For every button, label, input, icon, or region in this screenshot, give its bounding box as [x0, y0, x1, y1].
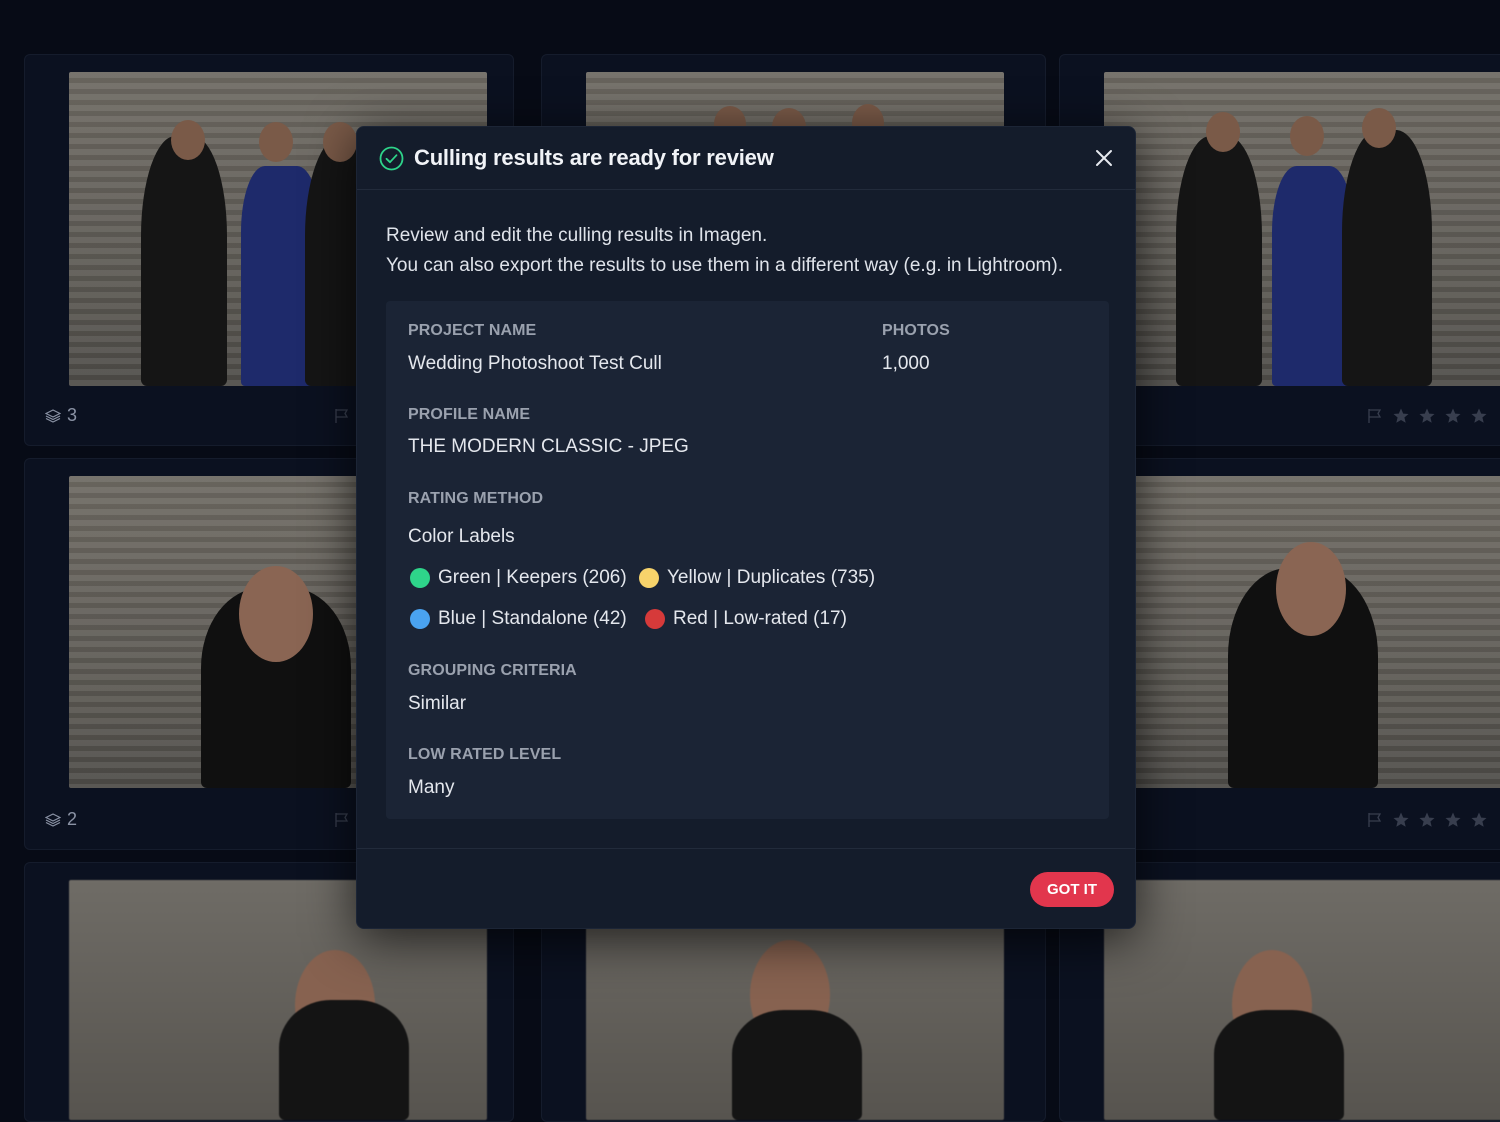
rating-stars — [1366, 811, 1488, 829]
woman-hair — [732, 1010, 862, 1120]
dialog-header: Culling results are ready for review — [357, 127, 1135, 190]
flag-icon[interactable] — [1366, 407, 1384, 425]
stack-count-value: 2 — [67, 809, 78, 829]
groom-head — [171, 120, 205, 160]
profile-name-value: THE MODERN CLASSIC - JPEG — [408, 436, 689, 457]
photo-thumbnail[interactable] — [1104, 476, 1500, 788]
color-label-text: Green | Keepers (206) — [438, 567, 627, 588]
groom-figure — [1176, 136, 1262, 386]
dialog-intro: Review and edit the culling results in I… — [386, 221, 1063, 281]
stack-icon — [45, 408, 61, 423]
groom-figure — [141, 136, 227, 386]
woman-hair — [1214, 1010, 1344, 1120]
photos-value: 1,000 — [882, 353, 930, 374]
star-icon[interactable] — [1470, 811, 1488, 829]
color-label-yellow: Yellow | Duplicates (735) — [639, 567, 875, 589]
groom-head — [1206, 112, 1240, 152]
flag-icon[interactable] — [333, 811, 351, 829]
project-name-value: Wedding Photoshoot Test Cull — [408, 353, 662, 374]
green-dot-icon — [410, 568, 430, 588]
woman-hair — [279, 1000, 409, 1120]
project-name-label: PROJECT NAME — [408, 322, 537, 339]
color-label-red: Red | Low-rated (17) — [645, 608, 847, 630]
low-rated-level-value: Many — [408, 777, 455, 798]
grouping-criteria-value: Similar — [408, 693, 467, 714]
color-label-green: Green | Keepers (206) — [410, 567, 627, 589]
culling-results-dialog: Culling results are ready for review Rev… — [356, 126, 1136, 929]
father-head — [323, 122, 357, 162]
mother-head — [259, 122, 293, 162]
woman-head — [1276, 542, 1346, 636]
stack-count: 3 — [45, 405, 77, 426]
star-icon[interactable] — [1418, 811, 1436, 829]
star-icon[interactable] — [1392, 407, 1410, 425]
mother-head — [1290, 116, 1324, 156]
photo-thumbnail[interactable] — [1104, 880, 1500, 1120]
flag-icon[interactable] — [333, 407, 351, 425]
star-icon[interactable] — [1392, 811, 1410, 829]
dialog-footer: GOT IT — [357, 848, 1135, 930]
low-rated-level-label: LOW RATED LEVEL — [408, 746, 562, 763]
color-label-text: Yellow | Duplicates (735) — [667, 567, 876, 588]
father-figure — [1342, 130, 1432, 386]
star-icon[interactable] — [1418, 407, 1436, 425]
check-circle-icon — [379, 146, 404, 171]
rating-stars — [1366, 407, 1488, 425]
woman-head — [239, 566, 313, 662]
profile-name-label: PROFILE NAME — [408, 406, 531, 423]
father-head — [1362, 108, 1396, 148]
stack-icon — [45, 812, 61, 827]
rating-method-value: Color Labels — [408, 526, 515, 547]
color-label-blue: Blue | Standalone (42) — [410, 608, 627, 630]
stack-count-value: 3 — [67, 405, 78, 425]
color-label-text: Blue | Standalone (42) — [438, 608, 627, 629]
dialog-title: Culling results are ready for review — [414, 145, 774, 170]
photo-thumbnail[interactable] — [1104, 72, 1500, 386]
flag-icon[interactable] — [1366, 811, 1384, 829]
star-icon[interactable] — [1444, 811, 1462, 829]
intro-line-2: You can also export the results to use t… — [386, 255, 1063, 276]
star-icon[interactable] — [1470, 407, 1488, 425]
blue-dot-icon — [410, 609, 430, 629]
red-dot-icon — [645, 609, 665, 629]
grouping-criteria-label: GROUPING CRITERIA — [408, 662, 577, 679]
star-icon[interactable] — [1444, 407, 1462, 425]
close-icon[interactable] — [1093, 147, 1115, 169]
color-label-text: Red | Low-rated (17) — [673, 608, 847, 629]
intro-line-1: Review and edit the culling results in I… — [386, 225, 768, 246]
got-it-button[interactable]: GOT IT — [1030, 872, 1114, 907]
yellow-dot-icon — [639, 568, 659, 588]
results-summary-panel: PROJECT NAME Wedding Photoshoot Test Cul… — [386, 301, 1109, 819]
stack-count: 2 — [45, 809, 77, 830]
photos-label: PHOTOS — [882, 322, 950, 339]
rating-method-label: RATING METHOD — [408, 490, 544, 507]
